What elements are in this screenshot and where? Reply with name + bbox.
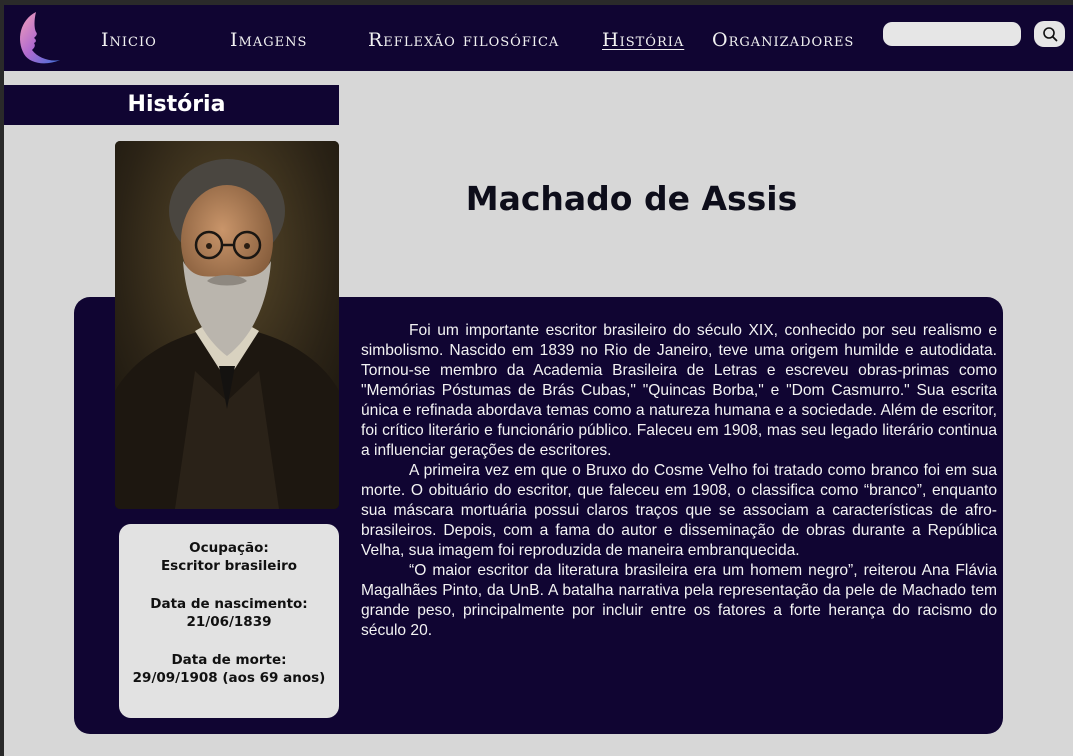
death-block: Data de morte: 29/09/1908 (aos 69 anos) xyxy=(119,651,339,687)
bio-paragraph-1: Foi um importante escritor brasileiro do… xyxy=(361,322,997,459)
death-date-value: 29/09/1908 (aos 69 anos) xyxy=(132,670,326,686)
occupation-label: Ocupação: xyxy=(189,540,269,556)
page-title: Machado de Assis xyxy=(465,179,798,218)
search-button[interactable] xyxy=(1034,21,1065,47)
face-profile-logo-icon[interactable] xyxy=(10,8,66,68)
search-icon xyxy=(1042,27,1057,42)
top-navbar: Inicio Imagens Reflexão filosófica Histó… xyxy=(4,5,1073,71)
main-content: História Machado de Assis Foi um importa… xyxy=(4,71,1073,756)
info-card: Ocupação: Escritor brasileiro Data de na… xyxy=(119,524,339,718)
birth-date-value: 21/06/1839 xyxy=(186,614,272,630)
portrait-photo xyxy=(115,141,339,509)
section-header-bar: História xyxy=(4,85,339,125)
section-title: História xyxy=(127,92,226,117)
nav-item-reflexao-filosofica[interactable]: Reflexão filosófica xyxy=(368,29,559,51)
occupation-value: Escritor brasileiro xyxy=(160,558,298,574)
search-input[interactable] xyxy=(883,22,1021,46)
nav-item-imagens[interactable]: Imagens xyxy=(230,29,307,51)
bio-paragraph-3: “O maior escritor da literatura brasilei… xyxy=(361,562,997,639)
birth-block: Data de nascimento: 21/06/1839 xyxy=(119,595,339,631)
nav-item-organizadores[interactable]: Organizadores xyxy=(712,29,854,51)
death-date-label: Data de morte: xyxy=(171,652,287,668)
birth-date-label: Data de nascimento: xyxy=(150,596,308,612)
nav-item-historia[interactable]: História xyxy=(602,29,684,51)
nav-item-inicio[interactable]: Inicio xyxy=(101,29,157,51)
biography-text: Foi um importante escritor brasileiro do… xyxy=(361,321,997,641)
bio-paragraph-2: A primeira vez em que o Bruxo do Cosme V… xyxy=(361,462,997,559)
occupation-block: Ocupação: Escritor brasileiro xyxy=(119,539,339,575)
